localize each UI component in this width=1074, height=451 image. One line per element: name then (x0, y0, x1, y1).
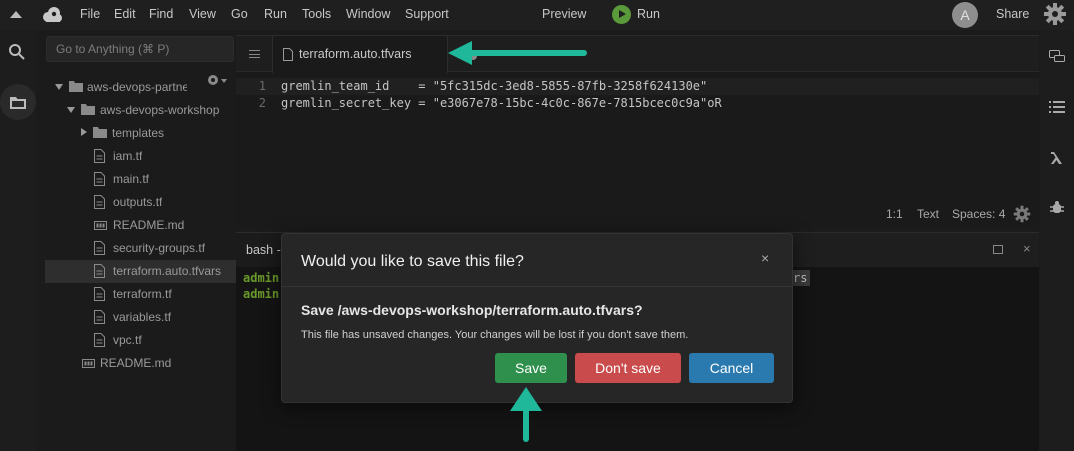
code-area[interactable]: 1 gremlin_team_id = "5fc315dc-3ed8-5855-… (236, 78, 1039, 112)
save-file-dialog: Would you like to save this file? × Save… (281, 233, 793, 403)
outline-icon[interactable] (1049, 100, 1065, 114)
maximize-icon[interactable] (993, 245, 1003, 254)
menu-file[interactable]: File (80, 7, 100, 21)
code-text: gremlin_secret_key = "e3067e78-15bc-4c0c… (281, 96, 722, 110)
folder-icon (81, 104, 95, 115)
file-icon (94, 310, 105, 324)
terminal-tab-label: bash - (246, 243, 281, 257)
markdown-icon (94, 221, 107, 230)
editor-pane: terraform.auto.tfvars 1 gremlin_team_id … (236, 35, 1039, 227)
menu-bar: File Edit Find View Go Run Tools Window … (0, 0, 1074, 30)
line-number: 2 (258, 96, 266, 110)
terminal-prompt: admin (243, 287, 280, 301)
avatar[interactable]: A (952, 2, 978, 28)
tree-item-vpc-tf[interactable]: vpc.tf (45, 329, 236, 352)
lambda-icon[interactable] (1049, 150, 1065, 166)
chevron-down-icon[interactable] (55, 84, 63, 90)
dialog-divider (282, 286, 792, 287)
indent-setting[interactable]: Spaces: 4 (952, 207, 1005, 221)
file-icon (94, 195, 105, 209)
annotation-arrow-up-icon (510, 387, 542, 442)
environment-panel-toggle[interactable] (0, 84, 36, 120)
debug-icon[interactable] (1049, 200, 1065, 216)
tree-item-root-readme-md[interactable]: README.md (45, 352, 236, 375)
annotation-arrow-left-icon (448, 41, 587, 65)
chevron-down-icon[interactable] (67, 107, 75, 113)
gear-icon[interactable] (1013, 205, 1031, 223)
terminal-output: admin admin (243, 271, 279, 303)
menu-tools[interactable]: Tools (302, 7, 331, 21)
tab-label: terraform.auto.tfvars (299, 47, 412, 61)
code-line[interactable]: 1 gremlin_team_id = "5fc315dc-3ed8-5855-… (236, 78, 1039, 95)
terminal-prompt: admin (243, 271, 280, 285)
file-icon (94, 149, 105, 163)
dialog-title: Would you like to save this file? (301, 253, 524, 270)
menu-window[interactable]: Window (346, 7, 390, 21)
tree-item-aws-devops-workshop[interactable]: aws-devops-workshop (45, 99, 236, 122)
editor-tab-bar: terraform.auto.tfvars (236, 36, 1039, 73)
file-icon (94, 241, 105, 255)
cursor-position[interactable]: 1:1 (886, 207, 903, 221)
tree-item-aws-devops-partner[interactable]: aws-devops-partne (45, 76, 236, 99)
dont-save-button[interactable]: Don't save (575, 353, 681, 383)
cloud9-logo-icon[interactable] (40, 5, 64, 25)
file-icon (94, 264, 105, 278)
tree-item-variables-tf[interactable]: variables.tf (45, 306, 236, 329)
run-button[interactable]: Run (637, 7, 660, 21)
file-icon (94, 287, 105, 301)
left-icon-strip (0, 30, 36, 451)
menu-view[interactable]: View (189, 7, 216, 21)
file-icon (283, 48, 293, 61)
folder-icon (69, 81, 83, 92)
tree-item-terraform-auto-tfvars[interactable]: terraform.auto.tfvars (45, 260, 236, 283)
menu-go[interactable]: Go (231, 7, 248, 21)
file-tree-panel: Go to Anything (⌘ P) aws-devops-partne a… (36, 30, 236, 451)
tree-item-outputs-tf[interactable]: outputs.tf (45, 191, 236, 214)
right-icon-strip (1040, 30, 1074, 451)
menu-find[interactable]: Find (149, 7, 173, 21)
menu-support[interactable]: Support (405, 7, 449, 21)
play-icon[interactable] (612, 5, 631, 24)
share-button[interactable]: Share (996, 7, 1029, 21)
menu-icon[interactable] (249, 50, 260, 58)
tree-item-main-tf[interactable]: main.tf (45, 168, 236, 191)
dialog-close-icon[interactable]: × (761, 250, 769, 266)
code-text: gremlin_team_id = "5fc315dc-3ed8-5855-87… (281, 79, 708, 93)
folder-icon (93, 127, 107, 138)
dialog-question: Save /aws-devops-workshop/terraform.auto… (301, 302, 643, 318)
syntax-mode[interactable]: Text (917, 207, 939, 221)
menu-edit[interactable]: Edit (114, 7, 136, 21)
up-arrow-icon[interactable] (10, 11, 22, 18)
save-button[interactable]: Save (495, 353, 567, 383)
folder-icon (10, 97, 26, 109)
file-icon (94, 333, 105, 347)
tree-item-iam-tf[interactable]: iam.tf (45, 145, 236, 168)
markdown-icon (82, 359, 95, 368)
tab-terraform-auto-tfvars[interactable]: terraform.auto.tfvars (272, 36, 477, 73)
chat-icon[interactable] (1049, 50, 1065, 64)
chevron-right-icon[interactable] (81, 128, 87, 136)
tree-item-readme-md[interactable]: README.md (45, 214, 236, 237)
tree-item-templates[interactable]: templates (45, 122, 236, 145)
line-number: 1 (258, 79, 266, 93)
preview-button[interactable]: Preview (542, 7, 586, 21)
file-icon (94, 172, 105, 186)
editor-status-bar: 1:1 Text Spaces: 4 (236, 202, 1039, 228)
close-icon[interactable]: × (1023, 241, 1031, 256)
dialog-message: This file has unsaved changes. Your chan… (301, 329, 689, 341)
gear-icon[interactable] (1043, 2, 1067, 26)
go-to-anything-input[interactable]: Go to Anything (⌘ P) (46, 36, 234, 62)
tree-item-terraform-tf[interactable]: terraform.tf (45, 283, 236, 306)
cancel-button[interactable]: Cancel (689, 353, 774, 383)
code-line[interactable]: 2 gremlin_secret_key = "e3067e78-15bc-4c… (236, 95, 1039, 112)
tree-item-security-groups-tf[interactable]: security-groups.tf (45, 237, 236, 260)
menu-run[interactable]: Run (264, 7, 287, 21)
search-icon[interactable] (8, 43, 26, 61)
terminal-selection: rs (790, 270, 811, 286)
